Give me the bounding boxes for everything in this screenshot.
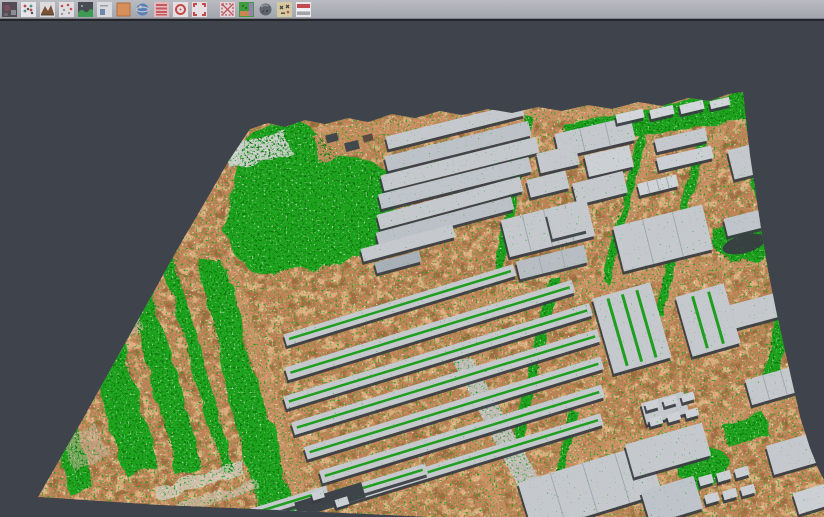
zoom-extent-icon[interactable] — [192, 2, 207, 17]
profile-icon[interactable] — [97, 2, 112, 17]
point-classes-icon[interactable] — [21, 2, 36, 17]
3d-viewport[interactable] — [0, 21, 824, 517]
classification-view-icon[interactable] — [239, 2, 254, 17]
globe-icon[interactable] — [135, 2, 150, 17]
ortho-image-icon[interactable] — [116, 2, 131, 17]
sparse-points-icon[interactable] — [59, 2, 74, 17]
point-cloud-scene — [0, 21, 824, 517]
main-toolbar — [0, 0, 824, 19]
tin-surface-icon[interactable] — [78, 2, 93, 17]
shaded-relief-icon[interactable] — [2, 2, 17, 17]
sphere-view-icon[interactable] — [258, 2, 273, 17]
app-window: { "toolbar": { "background": "#a9abb3", … — [0, 0, 824, 517]
legend-stripes-icon[interactable] — [296, 2, 311, 17]
terrain-model-icon[interactable] — [40, 2, 55, 17]
tile-grid-icon[interactable] — [220, 2, 235, 17]
color-ramp-icon[interactable] — [154, 2, 169, 17]
center-target-icon[interactable] — [173, 2, 188, 17]
waypoint-flags-icon[interactable] — [277, 2, 292, 17]
